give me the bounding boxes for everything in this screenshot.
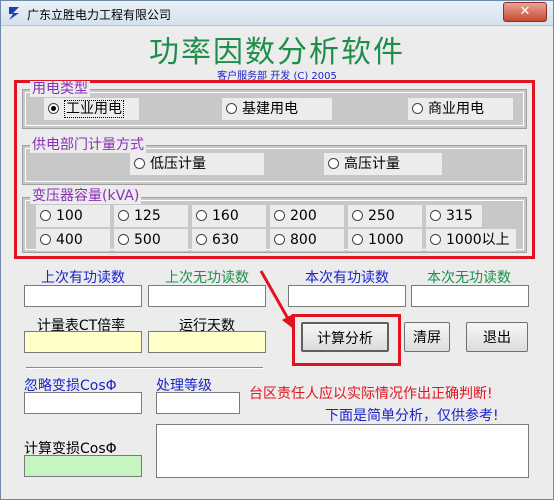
title-bar[interactable]: 广东立胜电力工程有限公司 ✕ xyxy=(1,1,553,26)
radio-cap-315[interactable]: 315 xyxy=(426,205,482,227)
grade-input[interactable] xyxy=(156,392,240,414)
radio-low-voltage[interactable]: 低压计量 xyxy=(130,153,264,175)
cap-label: 630 xyxy=(212,232,239,248)
radio-cap-125[interactable]: 125 xyxy=(114,205,188,227)
ignore-cos-input[interactable] xyxy=(24,392,142,414)
metering-label: 供电部门计量方式 xyxy=(30,137,146,153)
cap-label: 250 xyxy=(368,208,395,224)
radio-icon xyxy=(412,102,423,114)
power-type-label: 用电类型 xyxy=(30,81,90,97)
radio-icon xyxy=(196,233,207,245)
radio-cap-400[interactable]: 400 xyxy=(36,229,110,251)
ct-ratio-input[interactable] xyxy=(24,331,142,353)
cap-label: 400 xyxy=(56,232,83,248)
radio-cap-250[interactable]: 250 xyxy=(348,205,422,227)
transformer-label: 变压器容量(kVA) xyxy=(30,188,142,204)
cap-label: 100 xyxy=(56,208,83,224)
radio-selected-icon xyxy=(48,102,59,114)
radio-cap-1000[interactable]: 1000 xyxy=(348,229,422,251)
cap-label: 200 xyxy=(290,208,317,224)
cap-label: 160 xyxy=(212,208,239,224)
cap-label: 800 xyxy=(290,232,317,248)
window-title: 广东立胜电力工程有限公司 xyxy=(27,8,172,22)
radio-commercial[interactable]: 商业用电 xyxy=(408,98,513,120)
clear-button[interactable]: 清屏 xyxy=(404,322,450,352)
app-title: 功率因数分析软件 xyxy=(149,35,405,70)
radio-icon xyxy=(40,233,51,245)
radio-icon xyxy=(274,209,285,221)
radio-cap-100[interactable]: 100 xyxy=(36,205,110,227)
radio-icon xyxy=(352,209,363,221)
last-active-label: 上次有功读数 xyxy=(41,270,125,286)
radio-cap-160[interactable]: 160 xyxy=(192,205,266,227)
radio-icon xyxy=(134,157,145,169)
radio-low-voltage-label: 低压计量 xyxy=(150,156,206,172)
radio-high-voltage[interactable]: 高压计量 xyxy=(324,153,442,175)
analysis-note: 下面是简单分析，仅供参考! xyxy=(325,408,499,424)
radio-cap-800[interactable]: 800 xyxy=(270,229,344,251)
cap-label: 1000以上 xyxy=(446,232,510,248)
radio-icon xyxy=(226,102,237,114)
cap-label: 500 xyxy=(134,232,161,248)
warning-message: 台区责任人应以实际情况作出正确判断! xyxy=(249,386,493,402)
radio-industrial[interactable]: 工业用电 xyxy=(44,98,139,120)
analyze-button[interactable]: 计算分析 xyxy=(301,322,389,352)
current-reactive-input[interactable] xyxy=(411,285,529,307)
radio-icon xyxy=(196,209,207,221)
run-days-input[interactable] xyxy=(148,331,266,353)
current-active-input[interactable] xyxy=(288,285,406,307)
radio-industrial-label: 工业用电 xyxy=(64,100,124,118)
radio-icon xyxy=(430,233,441,245)
radio-cap-630[interactable]: 630 xyxy=(192,229,266,251)
cap-label: 315 xyxy=(446,208,473,224)
cap-label: 1000 xyxy=(368,232,404,248)
last-reactive-label: 上次无功读数 xyxy=(165,270,249,286)
radio-icon xyxy=(352,233,363,245)
radio-high-voltage-label: 高压计量 xyxy=(344,156,400,172)
last-reactive-input[interactable] xyxy=(148,285,266,307)
separator-line xyxy=(26,367,263,369)
app-logo-icon xyxy=(9,7,19,20)
radio-construction-label: 基建用电 xyxy=(242,101,298,117)
exit-button[interactable]: 退出 xyxy=(466,322,528,352)
analysis-output-area[interactable] xyxy=(156,424,529,478)
current-reactive-label: 本次无功读数 xyxy=(427,270,511,286)
radio-icon xyxy=(118,233,129,245)
calc-cos-input[interactable] xyxy=(24,455,142,477)
current-active-label: 本次有功读数 xyxy=(305,270,389,286)
radio-icon xyxy=(430,209,441,221)
radio-construction[interactable]: 基建用电 xyxy=(222,98,332,120)
radio-icon xyxy=(328,157,339,169)
radio-icon xyxy=(40,209,51,221)
radio-cap-500[interactable]: 500 xyxy=(114,229,188,251)
radio-cap-1000-plus[interactable]: 1000以上 xyxy=(426,229,516,251)
radio-cap-200[interactable]: 200 xyxy=(270,205,344,227)
radio-commercial-label: 商业用电 xyxy=(428,101,484,117)
cap-label: 125 xyxy=(134,208,161,224)
radio-icon xyxy=(274,233,285,245)
last-active-input[interactable] xyxy=(24,285,142,307)
close-button[interactable]: ✕ xyxy=(503,2,547,22)
radio-icon xyxy=(118,209,129,221)
